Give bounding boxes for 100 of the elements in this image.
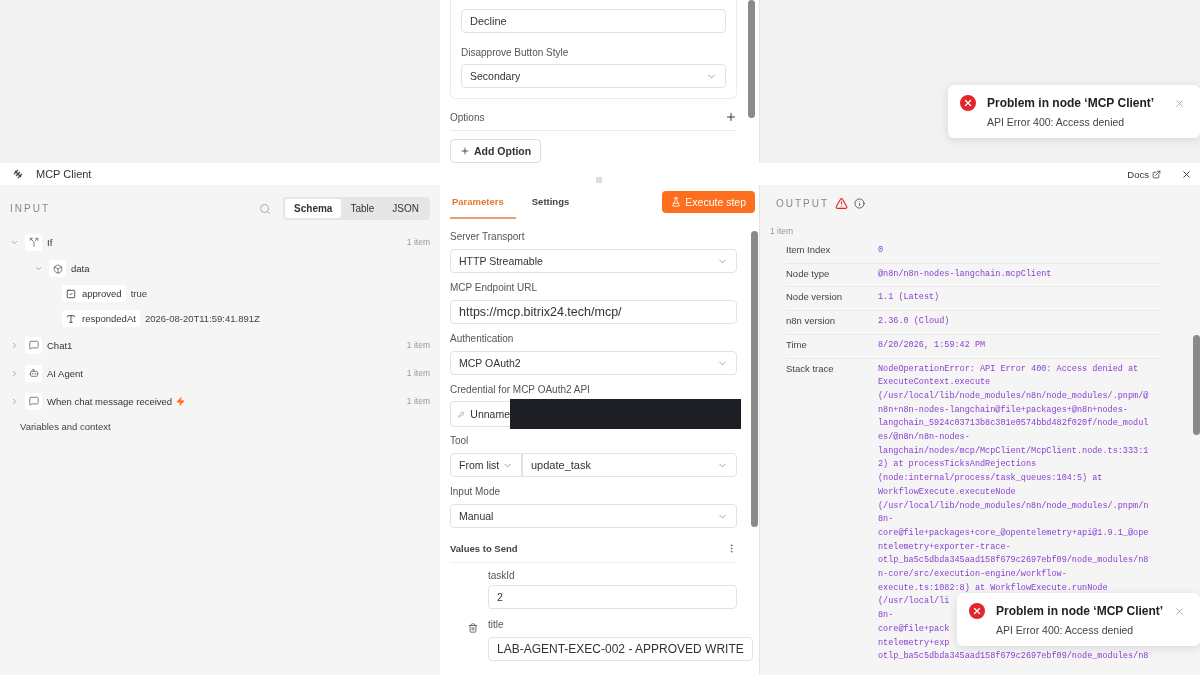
view-tab[interactable]: Table bbox=[341, 199, 384, 218]
node-name[interactable]: AI Agent bbox=[47, 367, 402, 379]
stack-trace-line: 2) at processTicksAndRejections bbox=[878, 458, 1037, 472]
chevron-right-icon[interactable] bbox=[10, 368, 19, 378]
key-icon bbox=[458, 408, 465, 420]
node-name[interactable]: If bbox=[47, 236, 402, 248]
detail-value: 8/20/2026, 1:59:42 PM bbox=[878, 338, 986, 352]
stack-trace-line: core@file+packages+core_@opentelemetry+api@1.9.1_@ope bbox=[878, 526, 1149, 540]
add-option-button[interactable]: Add Option bbox=[450, 139, 542, 163]
stack-trace-line: 8n- bbox=[878, 609, 894, 623]
field-value: true bbox=[130, 288, 147, 299]
stack-trace-line: WorkflowExecute.executeNode bbox=[878, 485, 1016, 499]
robot-icon bbox=[25, 364, 42, 382]
stack-trace-line: (/usr/local/lib/node_modules/n8n/node_modules/.pnpm/n bbox=[878, 499, 1149, 513]
stack-trace-line: langchain/nodes/mcp/McpClient/McpClient.node.ts:333:1 bbox=[878, 444, 1149, 458]
input-field[interactable]: 2 bbox=[488, 585, 737, 609]
settings-tab[interactable]: Settings bbox=[529, 185, 582, 219]
field-label: Credential for MCP OAuth2 API bbox=[450, 384, 591, 395]
docs-link[interactable]: Docs bbox=[1127, 168, 1161, 180]
error-icon bbox=[960, 95, 976, 111]
flask-icon bbox=[671, 197, 682, 207]
detail-value: 2.36.0 (Cloud) bbox=[878, 315, 950, 329]
stack-trace-line: ntelemetry+exp bbox=[878, 636, 950, 650]
stack-trace-line: n-core/src/execution-engine/workflow- bbox=[878, 568, 1067, 582]
field-label: taskId bbox=[488, 570, 516, 581]
node-title: MCP Client bbox=[35, 167, 93, 182]
view-tab[interactable]: JSON bbox=[383, 199, 428, 218]
checkbox-icon bbox=[66, 288, 76, 299]
select-field[interactable]: Manual bbox=[450, 504, 737, 528]
tool-select[interactable]: update_task bbox=[522, 453, 737, 477]
node-name[interactable]: When chat message received bbox=[47, 395, 402, 407]
detail-label: Item Index bbox=[786, 244, 832, 255]
toast-message: API Error 400: Access denied bbox=[987, 116, 1126, 128]
item-count: 1 item bbox=[406, 237, 430, 247]
field-label: Input Mode bbox=[450, 486, 502, 497]
search-icon[interactable] bbox=[259, 202, 272, 215]
plus-icon bbox=[460, 146, 470, 156]
stack-trace-line: otlp_ba5c5dbda345aad158f679c2697ebf09/node_modules/n8 bbox=[878, 650, 1149, 664]
trash-icon[interactable] bbox=[468, 623, 478, 633]
detail-value: 0 bbox=[878, 244, 884, 257]
chevron-right-icon[interactable] bbox=[10, 396, 19, 406]
panel-title: INPUT bbox=[10, 203, 50, 214]
scrollbar[interactable] bbox=[751, 231, 758, 527]
cube-icon bbox=[49, 260, 66, 277]
item-count: 1 item bbox=[406, 340, 430, 350]
item-count: 1 item bbox=[406, 396, 430, 406]
field-value: 2026-08-20T11:59:41.891Z bbox=[144, 313, 260, 324]
field-chip[interactable]: approved bbox=[62, 285, 126, 302]
chat-icon bbox=[25, 336, 42, 354]
field-chip[interactable]: respondedAt bbox=[62, 310, 140, 327]
select-field[interactable]: Secondary bbox=[461, 64, 726, 88]
field-label: Tool bbox=[450, 435, 470, 446]
stack-trace-line: execute.ts:1082:8) at WorkflowExecute.runNode bbox=[878, 581, 1108, 595]
warning-icon bbox=[835, 197, 849, 210]
branch-icon bbox=[25, 233, 42, 251]
close-icon[interactable] bbox=[1181, 168, 1192, 180]
input-field[interactable]: LAB-AGENT-EXEC-002 - APPROVED WRITE bbox=[488, 637, 753, 661]
panel-title: OUTPUT bbox=[776, 198, 830, 209]
input-field[interactable]: Decline bbox=[461, 9, 726, 33]
select-field[interactable]: HTTP Streamable bbox=[450, 249, 737, 273]
stack-trace-line: core@file+pack bbox=[878, 622, 950, 636]
input-field[interactable]: https://mcp.bitrix24.tech/mcp/ bbox=[450, 300, 737, 324]
section-label: Options bbox=[450, 111, 485, 123]
chevron-down-icon[interactable] bbox=[34, 264, 43, 273]
field-label: MCP Endpoint URL bbox=[450, 282, 539, 293]
toast-title: Problem in node ‘MCP Client’ bbox=[996, 604, 1165, 618]
section-title: Values to Send bbox=[450, 543, 518, 554]
detail-label: Stack trace bbox=[786, 362, 835, 374]
node-name[interactable]: Chat1 bbox=[47, 339, 402, 351]
toast-title: Problem in node ‘MCP Client’ bbox=[987, 96, 1156, 110]
select-field[interactable]: MCP OAuth2 bbox=[450, 351, 737, 375]
mode-select[interactable]: From list bbox=[450, 453, 522, 477]
node-name[interactable]: data bbox=[71, 263, 430, 274]
stack-trace-line: NodeOperationError: API Error 400: Access denied at bbox=[878, 362, 1139, 376]
detail-label: Time bbox=[786, 338, 808, 350]
stack-trace-line: otlp_ba5c5dbda345aad158f679c2697ebf09/node_modules/n8 bbox=[878, 554, 1149, 568]
chat-icon bbox=[25, 392, 42, 410]
error-icon bbox=[969, 603, 985, 619]
chevron-right-icon[interactable] bbox=[10, 340, 19, 350]
node-logo-icon bbox=[12, 168, 24, 180]
view-tab[interactable]: Schema bbox=[285, 199, 342, 218]
stack-trace-line: ntelemetry+exporter-trace- bbox=[878, 540, 1011, 554]
stack-trace-line: (/usr/local/lib/node_modules/n8n/node_modules/.pnpm/@ bbox=[878, 389, 1149, 403]
detail-label: n8n version bbox=[786, 315, 837, 327]
scrollbar[interactable] bbox=[1193, 335, 1200, 435]
item-count: 1 item bbox=[770, 226, 795, 236]
info-icon[interactable] bbox=[854, 198, 866, 209]
field-label: title bbox=[488, 619, 505, 632]
plus-icon[interactable] bbox=[725, 111, 737, 123]
scrollbar[interactable] bbox=[748, 0, 755, 118]
detail-value: 1.1 (Latest) bbox=[878, 291, 940, 305]
field-label: Authentication bbox=[450, 333, 515, 344]
variables-link[interactable]: Variables and context bbox=[10, 415, 430, 438]
detail-label: Node version bbox=[786, 291, 843, 303]
text-icon bbox=[66, 313, 76, 324]
external-link-icon bbox=[1152, 169, 1161, 179]
credential-field[interactable]: Unname bbox=[450, 401, 510, 427]
stack-trace-line: ExecuteContext.execute bbox=[878, 376, 991, 390]
stack-trace-line: (/usr/local/li bbox=[878, 595, 950, 609]
stack-trace-line: es/@n8n/n8n-nodes- bbox=[878, 431, 970, 445]
